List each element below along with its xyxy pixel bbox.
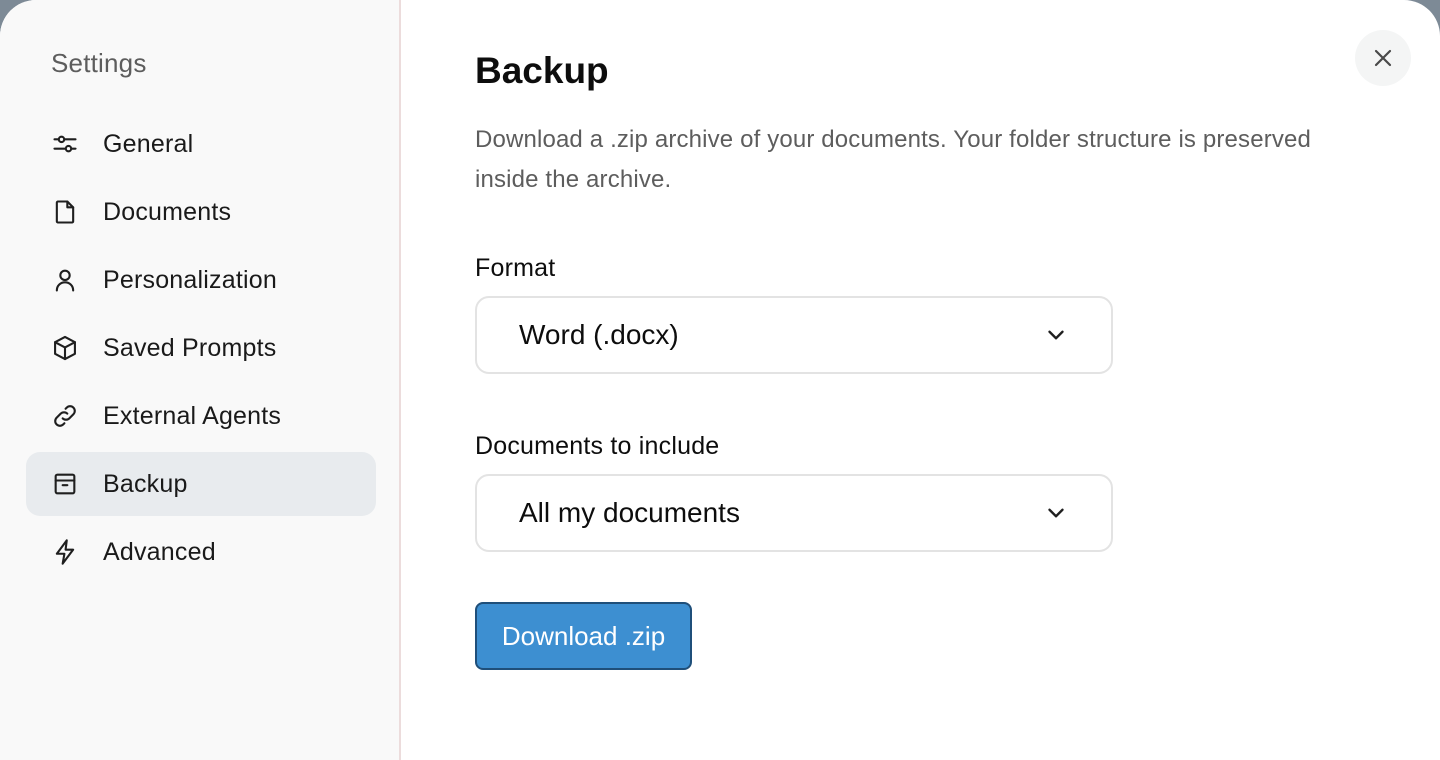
sidebar-item-personalization[interactable]: Personalization — [26, 248, 376, 312]
settings-modal: Settings General Documents Personalizati… — [0, 0, 1440, 760]
chevron-down-icon — [1043, 322, 1069, 348]
sidebar-item-label: Personalization — [103, 265, 277, 294]
sidebar-item-label: Documents — [103, 197, 232, 226]
archive-icon — [51, 470, 79, 498]
backup-description: Download a .zip archive of your document… — [475, 126, 1311, 193]
link-icon — [51, 402, 79, 430]
sidebar-item-documents[interactable]: Documents — [26, 180, 376, 244]
sidebar-item-backup[interactable]: Backup — [26, 452, 376, 516]
close-button[interactable] — [1355, 30, 1411, 86]
sidebar-item-external-agents[interactable]: External Agents — [26, 384, 376, 448]
cube-icon — [51, 334, 79, 362]
lightning-icon — [51, 538, 79, 566]
sliders-icon — [51, 130, 79, 158]
documents-scope-select[interactable]: All my documents — [475, 474, 1113, 552]
documents-scope-label: Documents to include — [475, 432, 720, 460]
sidebar-title: Settings — [51, 48, 147, 78]
sidebar-item-label: General — [103, 129, 194, 158]
close-icon — [1374, 49, 1392, 67]
format-select[interactable]: Word (.docx) — [475, 296, 1113, 374]
sidebar-item-saved-prompts[interactable]: Saved Prompts — [26, 316, 376, 380]
user-icon — [51, 266, 79, 294]
sidebar-item-advanced[interactable]: Advanced — [26, 520, 376, 584]
sidebar-item-label: Backup — [103, 469, 188, 498]
format-label: Format — [475, 254, 556, 282]
download-zip-button[interactable]: Download .zip — [475, 602, 692, 670]
sidebar-item-label: Saved Prompts — [103, 333, 277, 362]
sidebar-nav: General Documents Personalization Saved … — [26, 112, 376, 588]
document-icon — [51, 198, 79, 226]
settings-sidebar: Settings General Documents Personalizati… — [0, 0, 401, 760]
format-select-value: Word (.docx) — [519, 319, 679, 350]
documents-scope-value: All my documents — [519, 497, 740, 528]
sidebar-item-label: Advanced — [103, 537, 216, 566]
sidebar-item-general[interactable]: General — [26, 112, 376, 176]
chevron-down-icon — [1043, 500, 1069, 526]
sidebar-item-label: External Agents — [103, 401, 282, 430]
page-title: Backup — [475, 50, 609, 91]
